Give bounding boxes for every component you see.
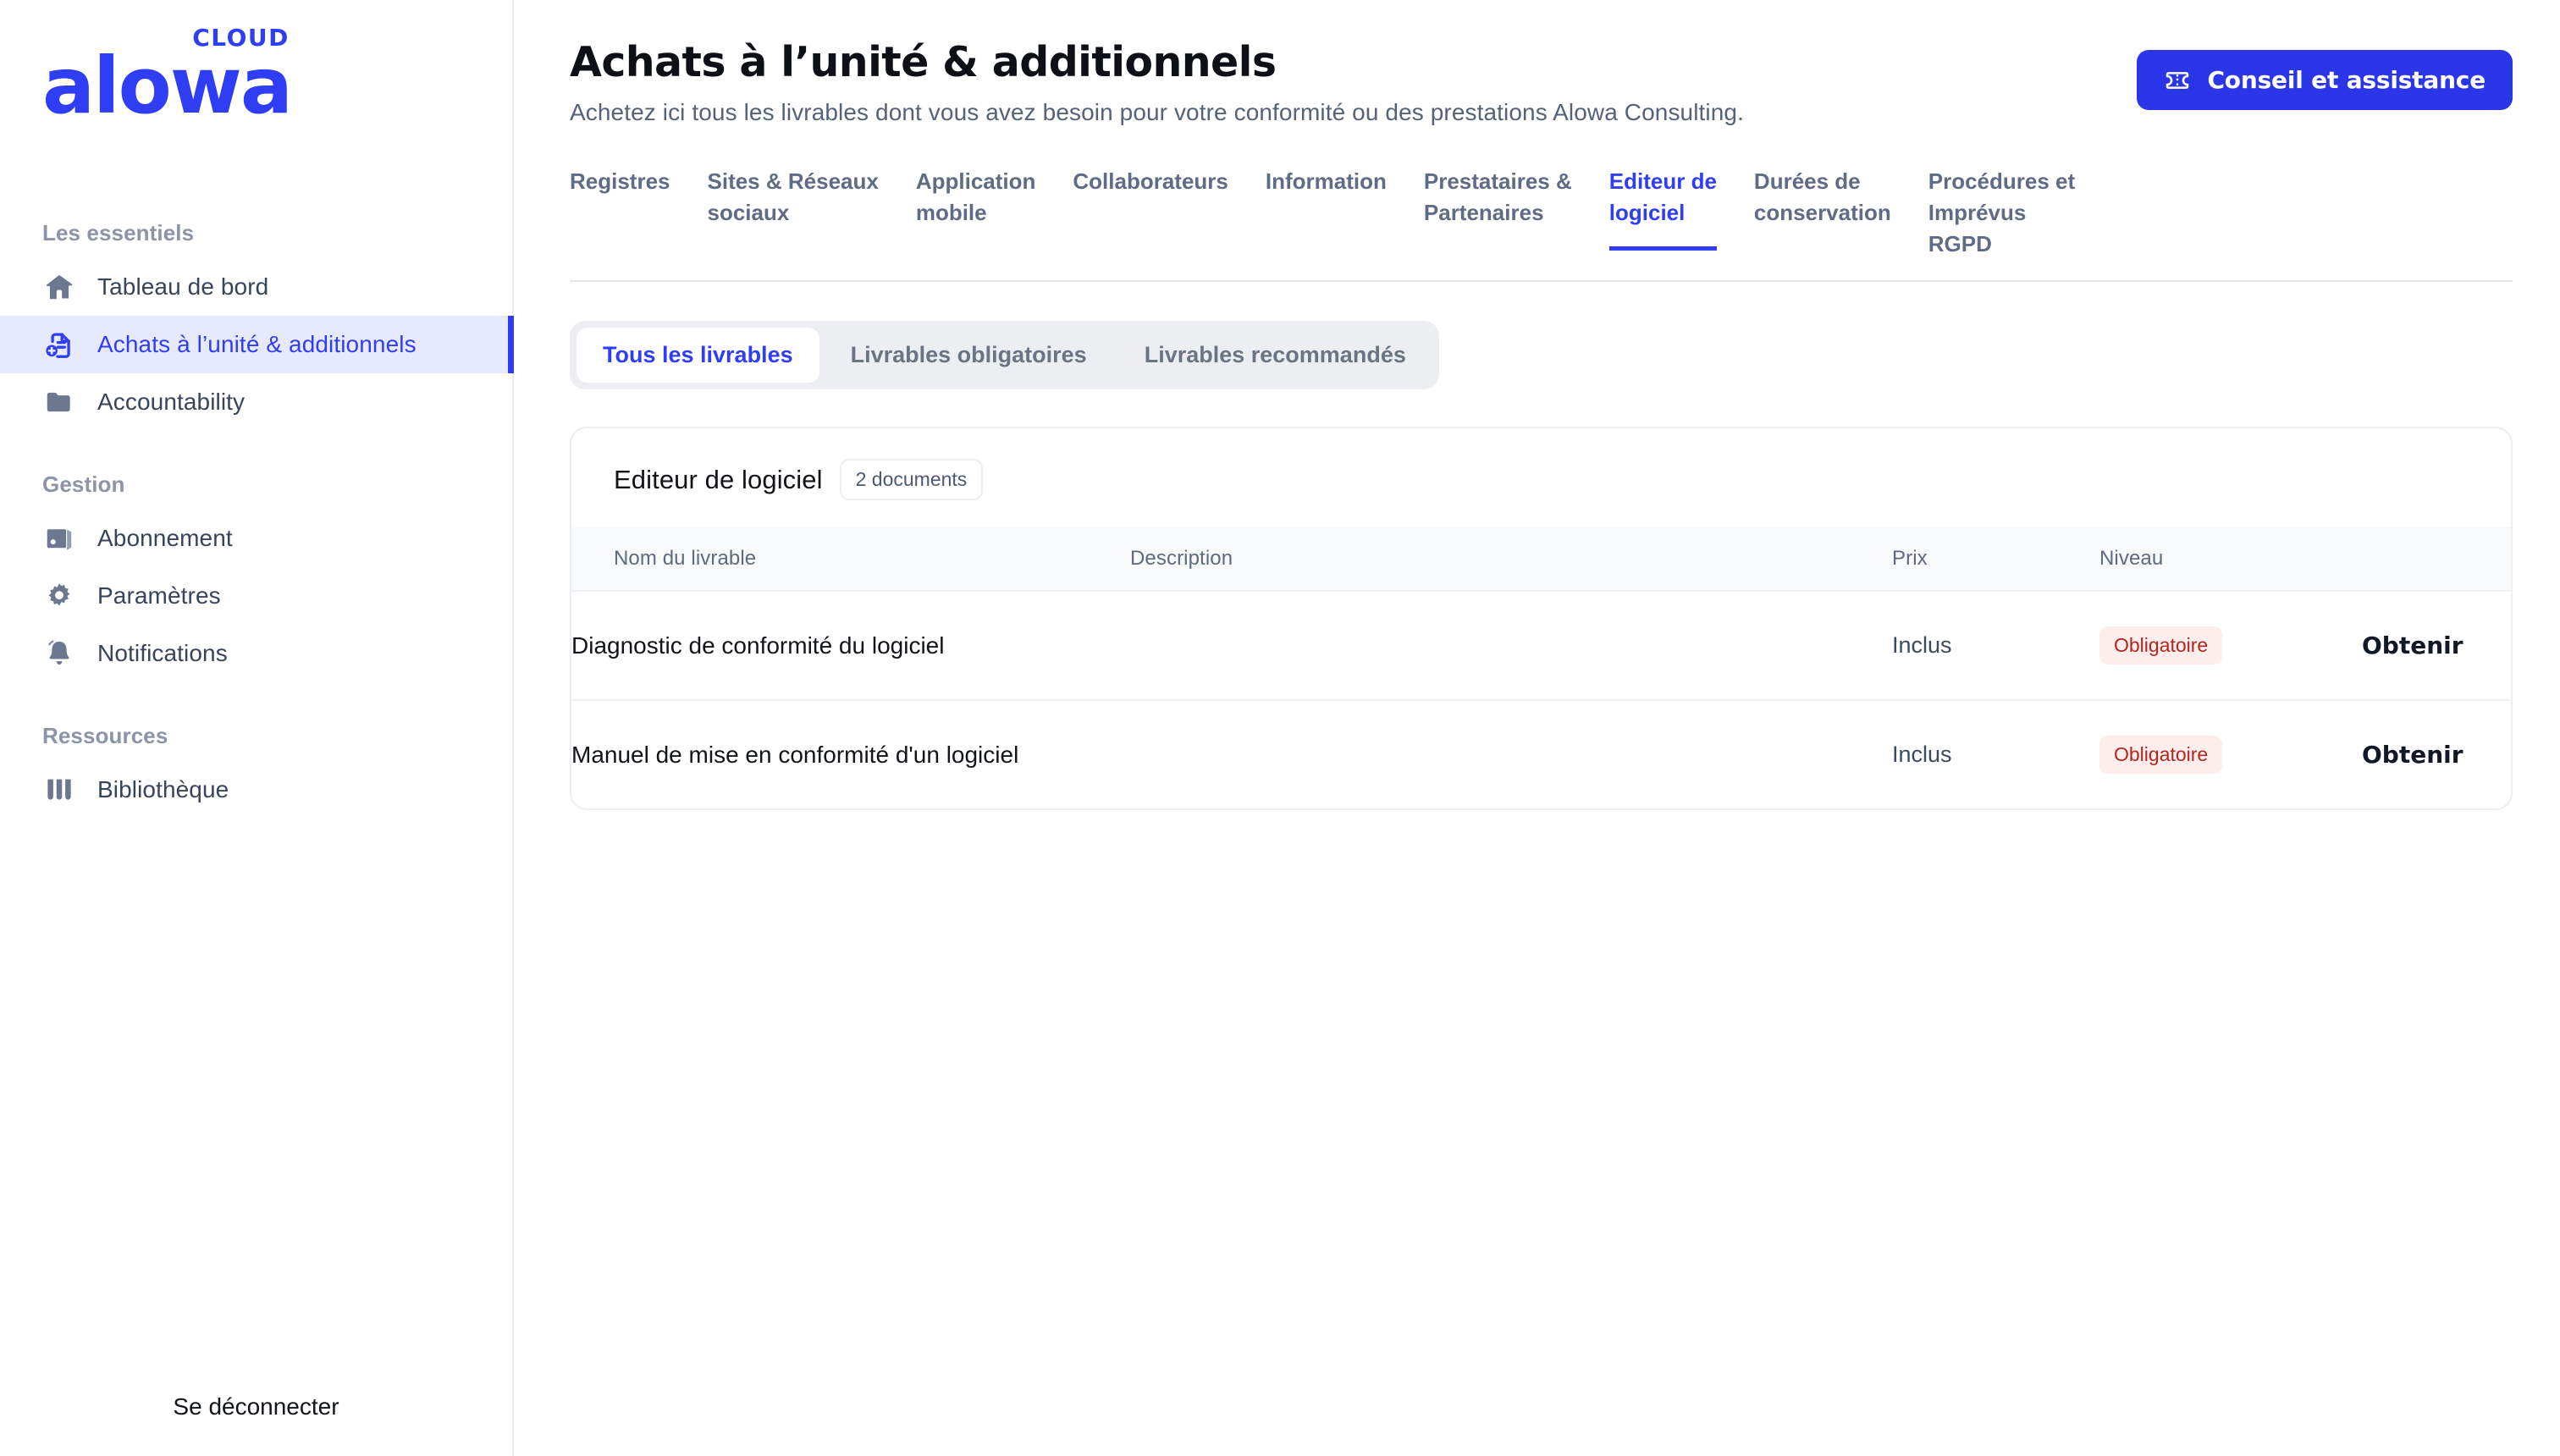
- tab-durees-de-conservation[interactable]: Durées de conservation: [1754, 166, 1891, 249]
- table-row: Manuel de mise en conformité d'un logici…: [571, 699, 2511, 809]
- brand-name: alowa: [42, 41, 293, 131]
- deliverable-description: [1130, 699, 1892, 809]
- tab-information[interactable]: Information: [1266, 166, 1387, 218]
- gear-icon: [42, 579, 76, 613]
- deliverable-name: Diagnostic de conformité du logiciel: [571, 590, 1130, 701]
- sidebar-item-bibliotheque[interactable]: Bibliothèque: [0, 761, 512, 819]
- table-head: Nom du livrable Description Prix Niveau: [571, 527, 2511, 592]
- table-header-row: Nom du livrable Description Prix Niveau: [571, 527, 2511, 592]
- table-body: Diagnostic de conformité du logiciel Inc…: [571, 590, 2511, 809]
- tab-registres[interactable]: Registres: [570, 166, 670, 218]
- page-title-block: Achats à l’unité & additionnels Achetez …: [570, 38, 1744, 126]
- sidebar: alowa CLOUD Les essentiels Tableau de bo…: [0, 0, 514, 1456]
- deliverable-action-cell: Obtenir: [2362, 699, 2511, 809]
- sidebar-item-achats-a-lunite[interactable]: Achats à l’unité & additionnels: [0, 316, 514, 373]
- deliverable-filter-group: Tous les livrables Livrables obligatoire…: [570, 321, 1439, 390]
- sidebar-item-parametres[interactable]: Paramètres: [0, 567, 512, 625]
- sidebar-item-abonnement[interactable]: Abonnement: [0, 510, 512, 567]
- card-title: Editeur de logiciel: [614, 464, 823, 494]
- sidebar-item-label: Tableau de bord: [97, 273, 269, 300]
- status-badge: Obligatoire: [2099, 736, 2223, 775]
- support-button[interactable]: Conseil et assistance: [2137, 50, 2513, 110]
- column-header-name: Nom du livrable: [614, 547, 757, 571]
- card-header: Editeur de logiciel 2 documents: [571, 428, 2511, 527]
- sidebar-item-label: Achats à l’unité & additionnels: [97, 331, 417, 357]
- tab-application-mobile[interactable]: Application mobile: [916, 166, 1036, 249]
- deliverables-card: Editeur de logiciel 2 documents Nom du l…: [570, 427, 2513, 811]
- brand-suffix: CLOUD: [192, 24, 290, 52]
- sidebar-item-label: Accountability: [97, 389, 246, 415]
- books-icon: [42, 773, 76, 807]
- deliverable-name: Manuel de mise en conformité d'un logici…: [571, 699, 1130, 809]
- tab-prestataires-partenaires[interactable]: Prestataires & Partenaires: [1424, 166, 1572, 249]
- sidebar-item-label: Abonnement: [97, 525, 233, 551]
- document-count-badge: 2 documents: [839, 459, 984, 501]
- page-title: Achats à l’unité & additionnels: [570, 38, 1277, 86]
- column-header-description: Description: [1130, 547, 1233, 571]
- sidebar-item-label: Bibliothèque: [97, 776, 229, 802]
- sidebar-item-notifications[interactable]: Notifications: [0, 625, 512, 682]
- deliverables-table: Nom du livrable Description Prix Niveau …: [571, 527, 2511, 809]
- tab-editeur-de-logiciel[interactable]: Editeur de logiciel: [1608, 166, 1718, 251]
- table-row: Diagnostic de conformité du logiciel Inc…: [571, 590, 2511, 701]
- sidebar-footer: Se déconnecter: [0, 1393, 512, 1456]
- wallet-icon: [42, 521, 76, 555]
- status-badge: Obligatoire: [2099, 626, 2223, 665]
- support-button-label: Conseil et assistance: [2207, 66, 2486, 94]
- deliverable-level-cell: Obligatoire: [2099, 590, 2362, 701]
- sidebar-section-label-essentiels: Les essentiels: [42, 220, 195, 245]
- tab-sites-reseaux-sociaux[interactable]: Sites & Réseaux sociaux: [708, 166, 879, 249]
- page-header: Achats à l’unité & additionnels Achetez …: [570, 38, 2513, 126]
- obtain-button[interactable]: Obtenir: [2362, 631, 2463, 659]
- ticket-icon: [2164, 67, 2191, 94]
- column-header-price: Prix: [1892, 547, 1928, 571]
- bell-icon: [42, 637, 76, 670]
- page-subtitle: Achetez ici tous les livrables dont vous…: [570, 99, 1744, 126]
- obtain-button[interactable]: Obtenir: [2362, 741, 2463, 769]
- app-root: alowa CLOUD Les essentiels Tableau de bo…: [0, 0, 2560, 1456]
- sidebar-item-tableau-de-bord[interactable]: Tableau de bord: [0, 258, 512, 316]
- main-content: Achats à l’unité & additionnels Achetez …: [514, 0, 2560, 1456]
- sidebar-item-accountability[interactable]: Accountability: [0, 373, 512, 431]
- column-header-action: [2362, 527, 2511, 591]
- tab-procedures-imprevus-rgpd[interactable]: Procédures et Imprévus RGPD: [1928, 166, 2106, 280]
- deliverable-price: Inclus: [1892, 699, 2099, 809]
- deliverable-action-cell: Obtenir: [2362, 590, 2511, 701]
- filter-tous-les-livrables[interactable]: Tous les livrables: [577, 328, 819, 383]
- deliverable-price: Inclus: [1892, 590, 2099, 701]
- category-tabs: Registres Sites & Réseaux sociaux Applic…: [570, 166, 2513, 283]
- filter-livrables-recommandes[interactable]: Livrables recommandés: [1118, 328, 1432, 383]
- home-icon: [42, 270, 76, 304]
- filter-livrables-obligatoires[interactable]: Livrables obligatoires: [825, 328, 1113, 383]
- folder-icon: [42, 385, 76, 419]
- deliverable-level-cell: Obligatoire: [2099, 699, 2362, 809]
- sidebar-item-label: Notifications: [97, 640, 228, 666]
- sidebar-item-label: Paramètres: [97, 582, 221, 609]
- sidebar-section-label-ressources: Ressources: [42, 723, 168, 748]
- sidebar-section-label-gestion: Gestion: [42, 472, 125, 497]
- logout-button[interactable]: Se déconnecter: [173, 1393, 339, 1420]
- brand-logo[interactable]: alowa CLOUD: [0, 0, 512, 220]
- deliverable-description: [1130, 590, 1892, 701]
- document-plus-icon: [42, 328, 76, 361]
- column-header-level: Niveau: [2099, 547, 2164, 571]
- tab-collaborateurs[interactable]: Collaborateurs: [1073, 166, 1228, 218]
